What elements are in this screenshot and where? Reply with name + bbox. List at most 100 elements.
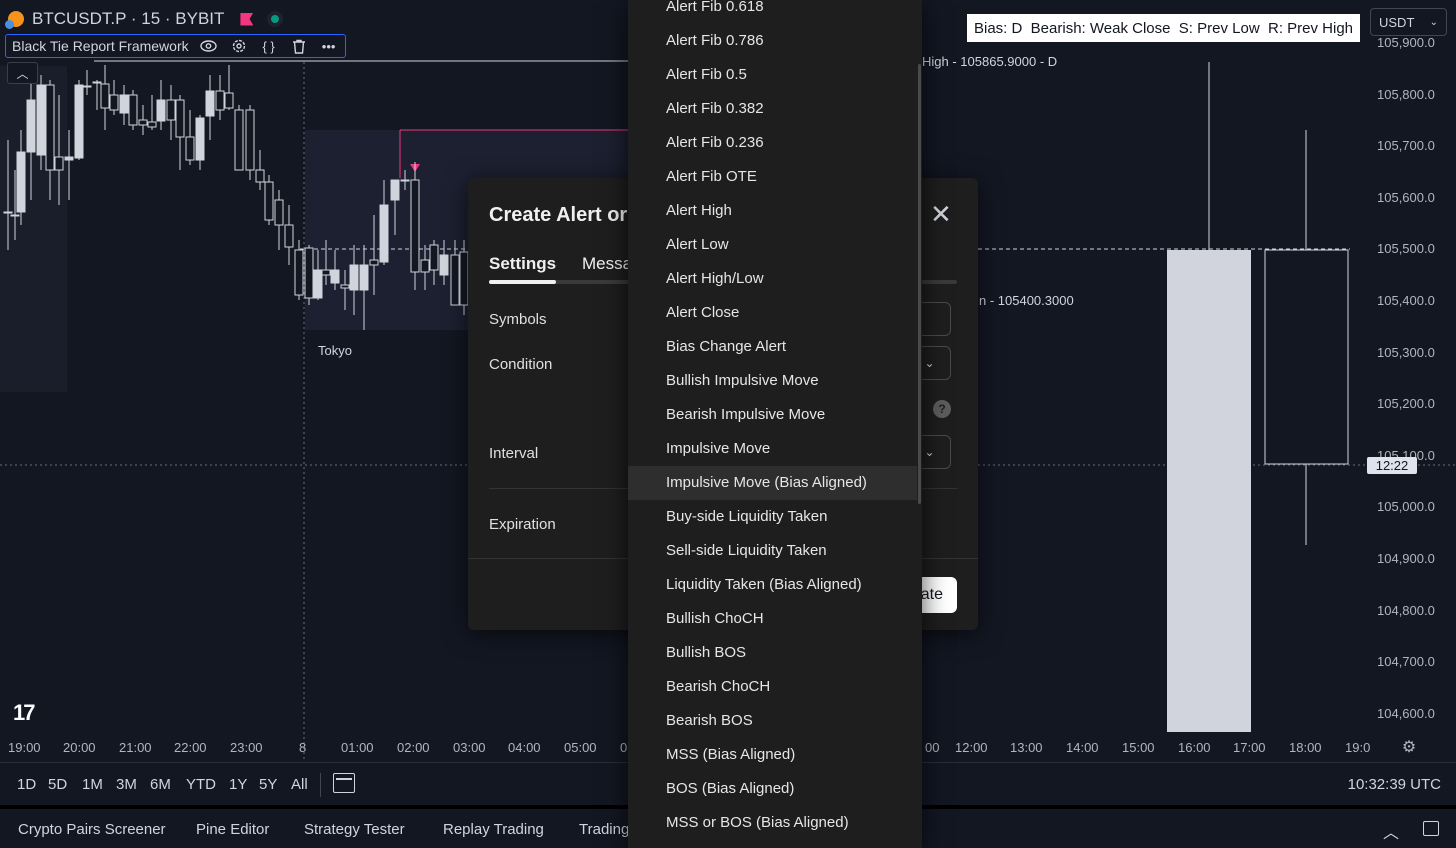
menu-item[interactable]: Bias Change Alert [628,330,917,364]
time-axis-label: 21:00 [119,740,152,755]
flag-icon[interactable] [240,12,254,26]
tab-message[interactable]: Messa [582,254,632,274]
calendar-goto-icon[interactable] [333,773,355,793]
range-all[interactable]: All [291,776,308,793]
collapse-legend-button[interactable]: ︿ [7,62,38,84]
candle-body [92,81,102,84]
time-axis-label: 02:00 [397,740,430,755]
indicator-name[interactable]: Black Tie Report Framework [12,38,189,54]
eye-icon[interactable] [199,37,219,55]
tab-replay-trading[interactable]: Replay Trading [443,821,544,838]
utc-clock[interactable]: 10:32:39 UTC [1348,776,1441,793]
time-axis-label: 14:00 [1066,740,1099,755]
candle-body [185,136,195,161]
menu-item[interactable]: Buy-side Liquidity Taken [628,500,917,534]
tab-settings[interactable]: Settings [489,254,556,274]
tab-strategy-tester[interactable]: Strategy Tester [304,821,405,838]
create-button-label: ate [920,586,943,603]
help-icon[interactable]: ? [933,400,951,418]
chart-settings-icon[interactable]: ⚙ [1399,737,1419,757]
candle-body [450,254,460,306]
candle-body [264,181,274,221]
chevron-down-icon: ⌄ [924,445,935,459]
symbol-title[interactable]: BTCUSDT.P · 15 · BYBIT [32,9,224,29]
tradingview-logo[interactable]: 17 [13,700,36,726]
currency-select[interactable]: USDT ⌄ [1370,8,1447,36]
indicator-legend[interactable]: Black Tie Report Framework { } ••• [5,34,346,58]
time-axis-label: 20:00 [63,740,96,755]
menu-scrollbar[interactable] [918,64,921,504]
time-axis-label: 19:00 [8,740,41,755]
time-axis-label: 23:00 [230,740,263,755]
close-icon[interactable]: ✕ [930,201,952,227]
time-axis-label: 15:00 [1122,740,1155,755]
time-axis-label: 03:00 [453,740,486,755]
time-axis-label: 17:00 [1233,740,1266,755]
source-code-icon[interactable]: { } [259,37,279,55]
menu-item[interactable]: Bullish Impulsive Move [628,364,917,398]
menu-item[interactable]: MSS (Bias Aligned) [628,738,917,772]
candle-body [234,109,244,171]
price-axis-label: 105,300.0 [1377,344,1435,360]
range-3m[interactable]: 3M [116,776,137,793]
price-axis-label: 104,700.0 [1377,654,1435,670]
tab-pine-editor[interactable]: Pine Editor [196,821,269,838]
menu-item[interactable]: Impulsive Move (Bias Aligned) [628,466,917,500]
bias-legend: Bias: D Bearish: Weak Close S: Prev Low … [967,14,1361,42]
more-options-icon[interactable]: ••• [319,37,339,55]
candle-body [128,94,138,126]
time-axis-label: 8 [299,740,307,755]
range-divider [320,773,321,797]
menu-item[interactable]: Bearish Impulsive Move [628,398,917,432]
level-label: n - 105400.3000 [979,293,1074,308]
time-axis-label: 01:00 [341,740,374,755]
menu-item[interactable]: Alert Fib 0.5 [628,58,917,92]
settings-gear-icon[interactable] [229,37,249,55]
condition-dropdown-menu[interactable]: Alert Fib 0.618 Alert Fib 0.786 Alert Fib … [628,0,922,848]
menu-item[interactable]: Sell-side Liquidity Taken [628,534,917,568]
candle-body [359,264,369,291]
menu-item[interactable]: Alert Fib 0.786 [628,24,917,58]
tab-crypto-pairs-screener[interactable]: Crypto Pairs Screener [18,821,166,838]
chevron-down-icon: ⌄ [1429,16,1438,28]
daily-candle-body [1167,250,1251,732]
candle-body [459,251,469,306]
maximize-panel-icon[interactable] [1423,821,1439,836]
menu-item[interactable]: Impulsive Move [628,432,917,466]
price-axis-label: 104,800.0 [1377,602,1435,618]
menu-item[interactable]: Bullish BOS [628,636,917,670]
range-1d[interactable]: 1D [17,776,36,793]
menu-item[interactable]: Bullish ChoCH [628,602,917,636]
active-tab-indicator [489,280,556,284]
menu-item[interactable]: BOS (Bias Aligned) [628,772,917,806]
range-6m[interactable]: 6M [150,776,171,793]
menu-item[interactable]: Alert Fib 0.382 [628,92,917,126]
interval-label: Interval [489,445,539,462]
range-5y[interactable]: 5Y [259,776,277,793]
range-5d[interactable]: 5D [48,776,67,793]
menu-item[interactable]: Alert Close [628,296,917,330]
range-ytd[interactable]: YTD [186,776,216,793]
chevron-up-icon[interactable]: ︿ [1383,819,1399,843]
range-1m[interactable]: 1M [82,776,103,793]
menu-item[interactable]: Bearish BOS [628,704,917,738]
menu-item[interactable]: Alert High [628,194,917,228]
candle-body [313,269,323,299]
candle-body [439,254,449,276]
menu-item[interactable]: Liquidity Taken (Bias Aligned) [628,568,917,602]
bar-countdown-tag: 12:22 [1367,457,1417,474]
trash-icon[interactable] [289,37,309,55]
menu-item[interactable]: Alert Fib 0.236 [628,126,917,160]
tab-trading[interactable]: Trading [579,821,629,838]
candle-body [16,151,26,213]
candle-body [349,264,359,291]
menu-item[interactable]: Bearish ChoCH [628,670,917,704]
menu-item[interactable]: MSS or BOS (Bias Aligned) [628,806,917,840]
candle-body [255,169,265,183]
candle-body [82,85,92,88]
menu-item[interactable]: Alert Fib 0.618 [628,0,917,24]
menu-item[interactable]: Alert Low [628,228,917,262]
range-1y[interactable]: 1Y [229,776,247,793]
menu-item[interactable]: Alert High/Low [628,262,917,296]
menu-item[interactable]: Alert Fib OTE [628,160,917,194]
